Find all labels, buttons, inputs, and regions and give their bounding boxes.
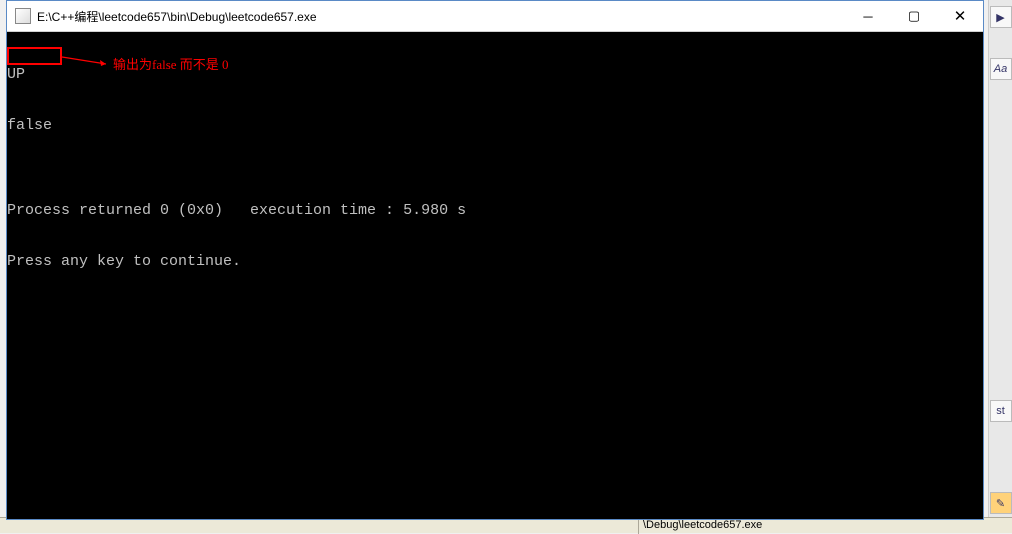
bg-side-btn-4: ✎: [990, 492, 1012, 514]
maximize-button[interactable]: ▢: [891, 1, 937, 31]
maximize-icon: ▢: [908, 8, 920, 24]
console-window: E:\C++编程\leetcode657\bin\Debug\leetcode6…: [6, 0, 984, 520]
background-side-panel: ▶ Aa st ✎: [988, 0, 1012, 520]
window-controls: ─ ▢ ✕: [845, 1, 983, 31]
close-button[interactable]: ✕: [937, 1, 983, 31]
bg-side-btn-3: st: [990, 400, 1012, 422]
app-icon: [15, 8, 31, 24]
status-path: \Debug\leetcode657.exe: [638, 518, 766, 534]
output-line-5: Press any key to continue.: [7, 253, 466, 270]
output-line-1: UP: [7, 66, 466, 83]
minimize-button[interactable]: ─: [845, 1, 891, 31]
titlebar[interactable]: E:\C++编程\leetcode657\bin\Debug\leetcode6…: [7, 1, 983, 32]
window-title: E:\C++编程\leetcode657\bin\Debug\leetcode6…: [37, 8, 845, 25]
minimize-icon: ─: [863, 9, 872, 24]
close-icon: ✕: [954, 7, 967, 25]
bg-side-btn-2: Aa: [990, 58, 1012, 80]
output-line-4: Process returned 0 (0x0) execution time …: [7, 202, 466, 219]
bg-side-btn-1: ▶: [990, 6, 1012, 28]
output-line-2: false: [7, 117, 466, 134]
console-output[interactable]: UP false Process returned 0 (0x0) execut…: [7, 32, 983, 519]
console-text: UP false Process returned 0 (0x0) execut…: [7, 32, 466, 304]
